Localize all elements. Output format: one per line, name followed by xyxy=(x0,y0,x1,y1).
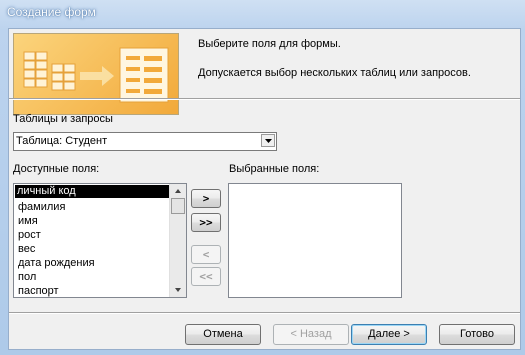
back-button[interactable]: < Назад xyxy=(273,324,349,345)
selected-fields-list[interactable] xyxy=(228,183,402,298)
list-item[interactable]: дата рождения xyxy=(16,257,97,270)
form-wizard-window: Создание форм Выберите поля для формы. Д… xyxy=(0,0,525,355)
remove-field-button[interactable]: < xyxy=(191,245,221,264)
next-button[interactable]: Далее > xyxy=(351,324,427,345)
intro-instruction: Выберите поля для формы. xyxy=(198,38,341,50)
list-item[interactable]: имя xyxy=(16,215,40,228)
available-fields-scrollbar[interactable] xyxy=(169,184,186,297)
wizard-body: Выберите поля для формы. Допускается выб… xyxy=(8,28,521,350)
dropdown-arrow-icon[interactable] xyxy=(261,134,275,147)
remove-all-fields-button[interactable]: << xyxy=(191,267,221,286)
selected-fields-label: Выбранные поля: xyxy=(229,163,320,175)
finish-button[interactable]: Готово xyxy=(439,324,515,345)
wizard-illustration xyxy=(13,33,179,115)
scroll-up-icon[interactable] xyxy=(170,184,186,198)
scroll-thumb[interactable] xyxy=(171,198,185,214)
tables-queries-label: Таблицы и запросы xyxy=(13,113,113,125)
add-field-button[interactable]: > xyxy=(191,189,221,208)
available-fields-list[interactable]: личный код фамилия имя рост вес дата рож… xyxy=(13,183,187,298)
tables-queries-value: Таблица: Студент xyxy=(16,135,108,147)
window-title: Создание форм xyxy=(7,5,96,19)
list-item[interactable]: пол xyxy=(16,271,38,284)
available-fields-label: Доступные поля: xyxy=(13,163,100,175)
list-item[interactable]: фамилия xyxy=(16,201,67,214)
title-bar[interactable]: Создание форм xyxy=(0,0,525,24)
scroll-down-icon[interactable] xyxy=(170,283,186,297)
header-divider xyxy=(9,98,520,100)
intro-note: Допускается выбор нескольких таблиц или … xyxy=(198,67,471,79)
cancel-button[interactable]: Отмена xyxy=(185,324,261,345)
list-item[interactable]: паспорт xyxy=(16,285,61,297)
footer-divider xyxy=(9,312,520,314)
list-item[interactable]: личный код xyxy=(15,185,170,198)
form-wizard-art-icon xyxy=(23,47,169,103)
list-item[interactable]: рост xyxy=(16,229,43,242)
list-item[interactable]: вес xyxy=(16,243,37,256)
add-all-fields-button[interactable]: >> xyxy=(191,213,221,232)
tables-queries-select[interactable]: Таблица: Студент xyxy=(13,132,277,151)
